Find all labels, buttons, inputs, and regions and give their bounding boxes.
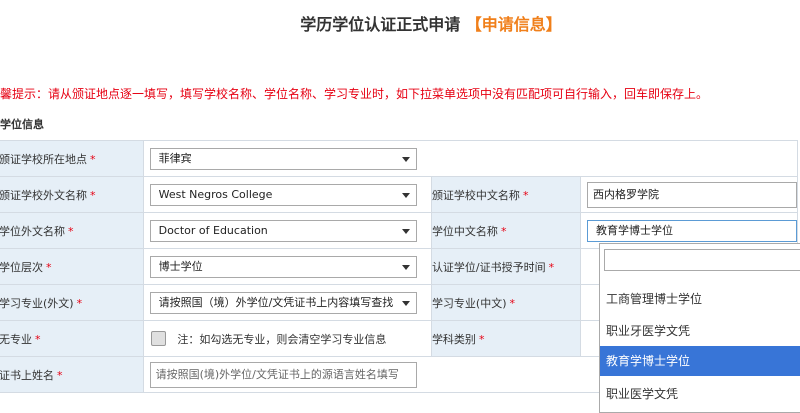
school-foreign-select[interactable]: West Negros College: [149, 183, 417, 206]
page-title: 学历学位认证正式申请 【申请信息】: [0, 11, 800, 35]
major-chinese-label-cell: 学习专业(中文) *: [430, 284, 581, 321]
cert-name-input[interactable]: 请按照国(境)外学位/文凭证书上的源语言姓名填写: [149, 361, 417, 388]
required-mark: *: [478, 332, 485, 346]
degree-foreign-field-cell: Doctor of Education: [142, 212, 432, 249]
required-mark: *: [548, 260, 555, 274]
degree-chinese-value: 教育学博士学位: [595, 223, 673, 237]
no-major-note: 注：如勾选无专业，则会清空学习专业信息: [177, 332, 387, 346]
required-mark: *: [90, 188, 96, 202]
major-foreign-field-cell: 请按照国（境）外学位/文凭证书上内容填写查找: [142, 284, 432, 321]
award-time-label: 认证学位/证书授予时间: [431, 260, 546, 274]
required-mark: *: [509, 296, 516, 310]
required-mark: *: [76, 296, 83, 310]
chevron-down-icon: [401, 192, 410, 198]
degree-foreign-value: Doctor of Education: [158, 223, 268, 237]
location-field-cell: 菲律宾: [142, 140, 799, 177]
chevron-down-icon: [401, 264, 410, 270]
tip-text: 馨提示：请从颁证地点逐一填写，填写学校名称、学位名称、学习专业时，如下拉菜单选项…: [0, 87, 709, 101]
no-major-label: 无专业: [0, 332, 32, 346]
required-mark: *: [68, 224, 74, 238]
major-foreign-label-cell: 学习专业(外文) *: [0, 284, 144, 321]
dropdown-option[interactable]: 职业牙医学文凭: [600, 316, 800, 346]
no-major-checkbox[interactable]: [150, 331, 166, 346]
school-foreign-label-cell: 颁证学校外文名称 *: [0, 176, 144, 213]
location-select-value: 菲律宾: [158, 151, 192, 165]
required-mark: *: [35, 332, 41, 346]
row-location: 颁证学校所在地点 * 菲律宾: [0, 140, 799, 177]
required-mark: *: [522, 188, 529, 202]
level-label: 学位层次: [0, 260, 43, 274]
category-label-cell: 学科类别 *: [430, 320, 581, 357]
school-chinese-label-cell: 颁证学校中文名称 *: [430, 176, 581, 213]
dropdown-search-input[interactable]: [604, 249, 800, 271]
dropdown-option-selected[interactable]: 教育学博士学位: [600, 346, 800, 376]
page-title-highlight: 【申请信息】: [465, 15, 562, 34]
location-label: 颁证学校所在地点: [0, 152, 87, 166]
chevron-down-icon: [401, 156, 410, 162]
major-chinese-label: 学习专业(中文): [431, 296, 507, 310]
major-foreign-select[interactable]: 请按照国（境）外学位/文凭证书上内容填写查找: [149, 291, 417, 314]
degree-foreign-label: 学位外文名称: [0, 224, 65, 238]
major-foreign-value: 请按照国（境）外学位/文凭证书上内容填写查找: [158, 295, 394, 309]
level-field-cell: 博士学位: [142, 248, 432, 285]
school-foreign-value: West Negros College: [158, 187, 273, 201]
dropdown-option[interactable]: 职业医学文凭: [600, 379, 800, 409]
school-chinese-input[interactable]: 西内格罗学院: [586, 181, 797, 208]
no-major-label-cell: 无专业 *: [0, 320, 144, 357]
location-label-cell: 颁证学校所在地点 *: [0, 140, 144, 177]
required-mark: *: [57, 368, 63, 382]
degree-chinese-select[interactable]: 教育学博士学位: [586, 219, 797, 242]
school-foreign-field-cell: West Negros College: [142, 176, 432, 213]
school-foreign-label: 颁证学校外文名称: [0, 188, 87, 202]
chevron-down-icon: [401, 300, 410, 306]
degree-dropdown-panel: 工商管理博士学位 职业牙医学文凭 教育学博士学位 职业医学文凭: [599, 243, 800, 413]
section-title: 学位信息: [0, 118, 44, 131]
level-value: 博士学位: [158, 259, 203, 273]
cert-name-label-cell: 证书上姓名 *: [0, 356, 144, 393]
school-chinese-label: 颁证学校中文名称: [431, 188, 520, 202]
degree-chinese-label-cell: 学位中文名称 *: [430, 212, 581, 249]
dropdown-option[interactable]: 工商管理博士学位: [600, 284, 800, 314]
award-time-label-cell: 认证学位/证书授予时间 *: [430, 248, 581, 285]
page-title-text: 学历学位认证正式申请: [300, 15, 461, 34]
no-major-field-cell: 注：如勾选无专业，则会清空学习专业信息: [142, 320, 432, 357]
level-label-cell: 学位层次 *: [0, 248, 144, 285]
level-select[interactable]: 博士学位: [149, 255, 417, 278]
degree-foreign-select[interactable]: Doctor of Education: [149, 219, 417, 242]
row-school: 颁证学校外文名称 * West Negros College 颁证学校中文名称 * …: [0, 176, 799, 213]
major-foreign-label: 学习专业(外文): [0, 296, 74, 310]
location-select[interactable]: 菲律宾: [149, 147, 417, 170]
degree-foreign-label-cell: 学位外文名称 *: [0, 212, 144, 249]
degree-chinese-label: 学位中文名称: [431, 224, 498, 238]
required-mark: *: [46, 260, 52, 274]
required-mark: *: [500, 224, 507, 238]
required-mark: *: [90, 152, 96, 166]
school-chinese-field-cell: 西内格罗学院: [579, 176, 799, 213]
category-label: 学科类别: [431, 332, 476, 346]
chevron-down-icon: [401, 228, 410, 234]
cert-name-label: 证书上姓名: [0, 368, 54, 382]
